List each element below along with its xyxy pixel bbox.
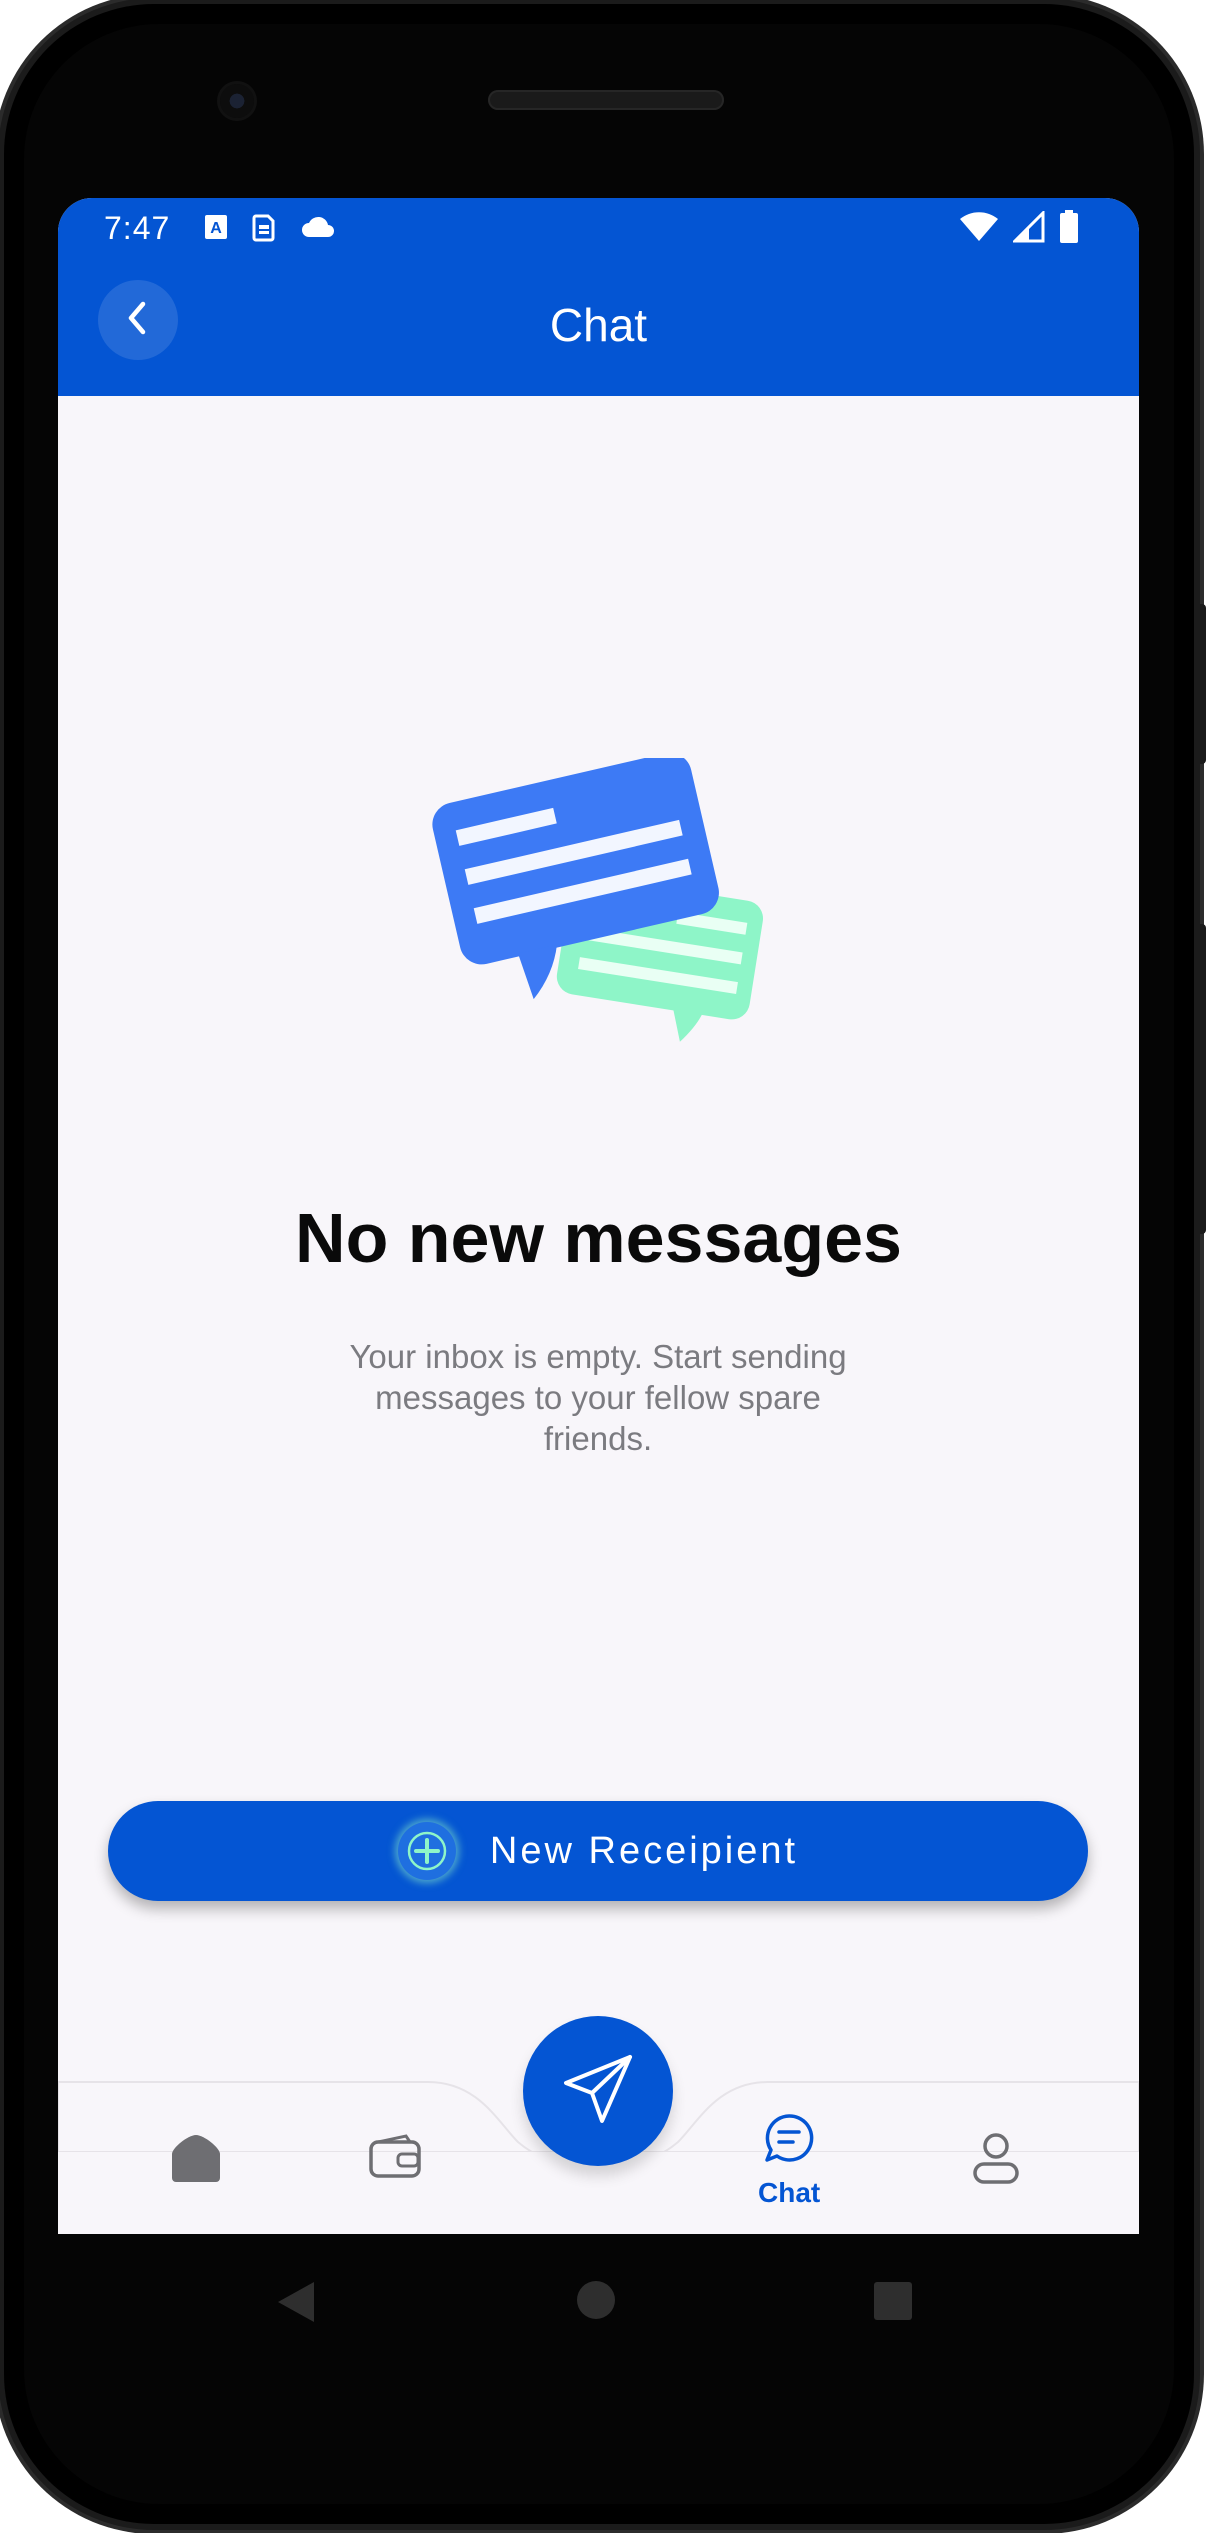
wifi-icon <box>959 211 999 248</box>
status-bar: 7:47 A <box>58 198 1139 258</box>
plus-circle-icon <box>397 1822 456 1880</box>
app-screen: 7:47 A Chat No new messages Your inbox i… <box>58 198 1139 2234</box>
new-recipient-button[interactable]: New Receipient <box>108 1801 1088 1901</box>
system-home-icon[interactable] <box>576 2280 616 2325</box>
status-time: 7:47 <box>104 210 171 246</box>
user-icon <box>970 2130 1022 2191</box>
app-bar: Chat <box>58 258 1139 396</box>
power-button <box>1196 924 1206 1234</box>
wallet-icon <box>368 2132 422 2185</box>
status-icons-left: A <box>204 212 336 247</box>
send-fab[interactable] <box>523 2016 673 2166</box>
nav-item-chat-label: Chat <box>758 2177 821 2208</box>
send-icon <box>560 2051 636 2132</box>
system-back-icon[interactable] <box>276 2280 316 2329</box>
chat-bubbles-illustration <box>408 752 848 1078</box>
empty-state-description: Your inbox is empty. Start sending messa… <box>349 1338 847 1457</box>
nav-item-home[interactable] <box>168 2132 224 2189</box>
signal-icon <box>1011 209 1045 248</box>
earpiece-speaker <box>488 90 724 110</box>
cloud-icon <box>300 215 336 244</box>
chat-icon <box>761 2112 817 2169</box>
new-recipient-label: New Receipient <box>489 1829 799 1872</box>
nav-item-wallet[interactable] <box>368 2132 422 2185</box>
system-recents-icon[interactable] <box>874 2282 912 2325</box>
sim-icon <box>252 212 276 247</box>
page-title: Chat <box>549 299 648 351</box>
text-a-icon: A <box>204 214 228 245</box>
home-icon <box>168 2132 224 2189</box>
nav-item-profile[interactable] <box>970 2130 1022 2191</box>
front-camera <box>220 84 254 118</box>
nav-item-chat[interactable]: Chat <box>758 2112 820 2209</box>
battery-icon <box>1059 210 1079 249</box>
system-navigation-bar <box>58 2234 1139 2384</box>
volume-button <box>1196 604 1206 764</box>
empty-state-title: No new messages <box>295 1199 902 1277</box>
svg-text:A: A <box>210 220 222 237</box>
status-icons-right <box>959 209 1079 249</box>
